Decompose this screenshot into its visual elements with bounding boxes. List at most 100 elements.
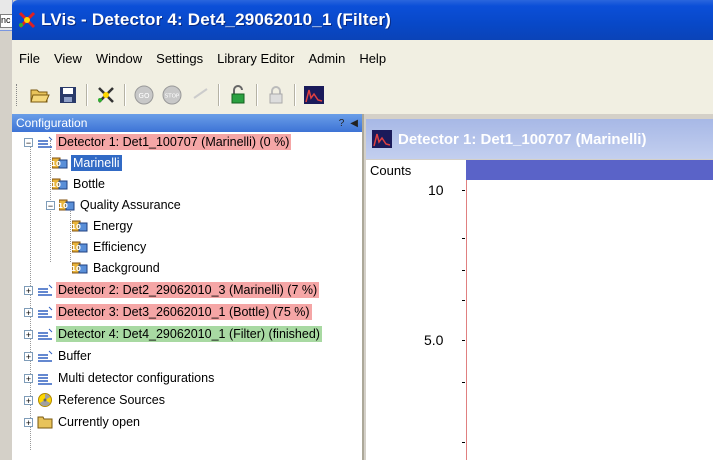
tree-item-reference-sources[interactable]: + Reference Sources [24,390,167,410]
tree-item-background[interactable]: 10 Background [71,258,162,278]
geometry-icon: 10 [71,240,88,254]
expand-toggle[interactable]: + [24,417,33,427]
collapse-toggle[interactable]: − [24,137,33,147]
y-axis-label: Counts [370,163,412,178]
collapse-toggle[interactable]: − [46,200,55,210]
tree-item-marinelli[interactable]: 10 Marinelli [51,153,122,173]
menu-bar: File View Window Settings Library Editor… [12,40,713,76]
spectrum-icon [372,130,392,148]
tick-minor [462,238,465,239]
detector-node-icon [37,135,53,149]
tick-minor [462,382,465,383]
save-icon[interactable] [57,84,79,106]
open-icon[interactable] [29,84,51,106]
toolbar-separator [86,84,88,106]
app-icon [17,10,37,30]
tree-item-currently-open[interactable]: + Currently open [24,412,142,432]
tick-minor [462,270,465,271]
geometry-icon: 10 [51,177,68,191]
tree-label: Bottle [73,177,105,191]
tree-item-bottle[interactable]: 10 Bottle [51,174,107,194]
menu-view[interactable]: View [47,51,89,66]
detector-icon[interactable] [95,84,117,106]
tree-label: Currently open [58,415,140,429]
title-bar[interactable]: LVis - Detector 4: Det4_29062010_1 (Filt… [12,0,713,40]
expand-toggle[interactable]: + [24,373,33,383]
menu-settings[interactable]: Settings [149,51,210,66]
tree-item-buffer[interactable]: + Buffer [24,346,93,366]
help-button[interactable]: ? [339,118,345,129]
tree-label: Reference Sources [58,393,166,407]
expand-toggle[interactable]: + [24,351,33,361]
geometry-icon: 10 [51,156,68,170]
menu-admin[interactable]: Admin [301,51,352,66]
detector-window: Detector 1: Det1_100707 (Marinelli) Coun… [364,114,713,460]
go-icon[interactable]: GO [133,84,155,106]
toolbar-separator [124,84,126,106]
tick-minor [462,300,465,301]
svg-text:10: 10 [72,223,81,231]
expand-toggle[interactable]: + [24,307,33,317]
tree-item-quality-assurance[interactable]: − 10 Quality Assurance [46,195,183,215]
pin-icon[interactable]: ◀ [350,118,358,129]
tree-item-detector-4[interactable]: + Detector 4: Det4_29062010_1 (Filter) (… [24,324,322,344]
expand-toggle[interactable]: + [24,395,33,405]
geometry-icon: 10 [71,261,88,275]
lock-open-icon[interactable] [227,84,249,106]
menu-file[interactable]: File [12,51,47,66]
stop-icon[interactable]: STOP [161,84,183,106]
tick-minor [462,442,465,443]
tree-label: Detector 1: Det1_100707 (Marinelli) (0 %… [56,134,292,150]
chart-header-strip [466,160,713,180]
tree-label: Background [93,261,160,275]
tree-item-detector-1[interactable]: − Detector 1: Det1_100707 (Marinelli) (0… [24,132,292,152]
configuration-panel: Configuration ? ◀ − Detector 1: Det1_100… [12,114,364,460]
menu-window[interactable]: Window [89,51,149,66]
svg-text:10: 10 [72,265,81,273]
configuration-title: Configuration [16,116,88,130]
svg-text:10: 10 [72,244,81,252]
tree-label: Buffer [58,349,92,363]
folder-icon [37,415,53,429]
tree-item-multi-detector[interactable]: + Multi detector configurations [24,368,216,388]
detector-window-title-bar[interactable]: Detector 1: Det1_100707 (Marinelli) [366,119,713,159]
radiation-icon [37,393,53,407]
configuration-header: Configuration ? ◀ [12,114,362,132]
tree-label: Detector 3: Det3_26062010_1 (Bottle) (75… [56,304,312,320]
tick-label-5: 5.0 [424,332,444,348]
toolbar: GO STOP [12,76,713,115]
svg-text:10: 10 [52,160,61,168]
svg-text:STOP: STOP [165,94,180,100]
detector-node-icon [37,327,53,341]
spectrum-chart[interactable]: Counts 10 5.0 [366,160,713,460]
check-icon[interactable] [189,84,211,106]
menu-library-editor[interactable]: Library Editor [210,51,301,66]
tree-label: Detector 4: Det4_29062010_1 (Filter) (fi… [56,326,322,342]
tick-minor [462,340,465,341]
expand-toggle[interactable]: + [24,329,33,339]
expand-toggle[interactable]: + [24,285,33,295]
tree-item-efficiency[interactable]: 10 Efficiency [71,237,148,257]
tree-label: Energy [93,219,133,233]
tree-item-detector-3[interactable]: + Detector 3: Det3_26062010_1 (Bottle) (… [24,302,312,322]
detector-node-icon [37,305,53,319]
tick-major [462,190,465,191]
background-window-text: nc [1,15,11,25]
geometry-icon: 10 [71,219,88,233]
geometry-icon: 10 [58,198,75,212]
tree-label: Multi detector configurations [58,371,215,385]
svg-text:10: 10 [59,202,68,210]
panel-controls: ? ◀ [339,118,358,129]
detector-node-icon [37,349,53,363]
y-axis [466,180,467,460]
spectrum-icon[interactable] [303,84,325,106]
menu-help[interactable]: Help [352,51,393,66]
toolbar-grip[interactable] [16,84,20,106]
tree-item-detector-2[interactable]: + Detector 2: Det2_29062010_3 (Marinelli… [24,280,320,300]
window-title: LVis - Detector 4: Det4_29062010_1 (Filt… [41,10,392,29]
tree-item-energy[interactable]: 10 Energy [71,216,135,236]
lock-icon[interactable] [265,84,287,106]
svg-text:10: 10 [52,181,61,189]
tree-label: Detector 2: Det2_29062010_3 (Marinelli) … [56,282,320,298]
tree-label: Efficiency [93,240,147,254]
